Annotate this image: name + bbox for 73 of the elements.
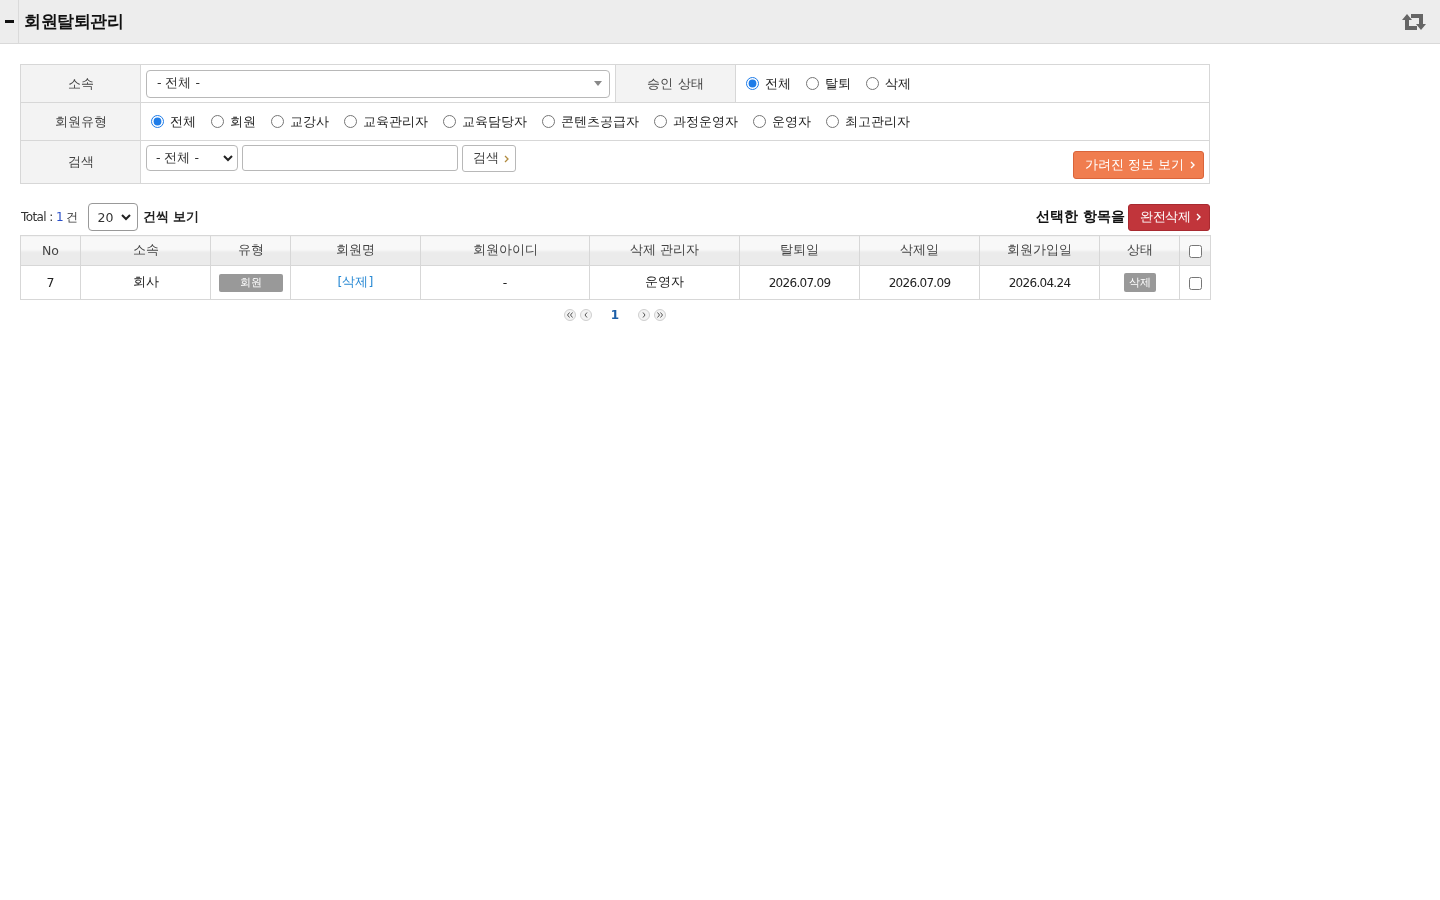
radio-button[interactable] — [542, 115, 555, 128]
double-chevron-left-icon[interactable] — [563, 309, 576, 321]
radio-button[interactable] — [443, 115, 456, 128]
column-header: 탈퇴일 — [739, 235, 860, 266]
filter-label: 회원유형 — [20, 102, 141, 141]
page-size-select[interactable]: 20 — [87, 203, 138, 231]
table-cell: 운영자 — [589, 265, 740, 300]
radio-button[interactable] — [151, 115, 164, 128]
column-header: 삭제 관리자 — [589, 235, 740, 266]
radio-label: 회원 — [230, 112, 256, 131]
page-title: 회원탈퇴관리 — [24, 10, 123, 33]
chevron-down-icon — [223, 154, 233, 162]
table-cell: 2026.07.09 — [739, 265, 860, 300]
radio-label: 과정운영자 — [673, 112, 738, 131]
radio-button[interactable] — [654, 115, 667, 128]
column-header: 유형 — [210, 235, 291, 266]
member-type-tag: 회원 — [218, 273, 283, 292]
chevron-left-icon[interactable] — [579, 309, 592, 321]
column-header: 회원가입일 — [979, 235, 1100, 266]
select-all-checkbox[interactable] — [1188, 245, 1202, 258]
affiliation-select[interactable]: - 전체 - — [146, 69, 610, 98]
filter-label: 승인 상태 — [615, 64, 736, 103]
radio-button[interactable] — [826, 115, 839, 128]
table-cell: 회사 — [80, 265, 211, 300]
radio-button[interactable] — [746, 77, 759, 90]
table-cell: 2026.07.09 — [859, 265, 980, 300]
chevron-right-icon[interactable] — [638, 309, 651, 321]
radio-label: 운영자 — [772, 112, 811, 131]
double-chevron-right-icon[interactable] — [654, 309, 667, 321]
filter-label: 검색 — [20, 140, 141, 184]
radio-label: 삭제 — [885, 74, 911, 93]
table-cell: - — [420, 265, 590, 300]
member-name-link[interactable]: [삭제] — [337, 274, 374, 289]
chevron-right-icon — [1196, 213, 1201, 221]
status-tag: 삭제 — [1123, 273, 1156, 292]
search-input-field[interactable] — [242, 145, 458, 171]
permanent-delete-button[interactable]: 완전삭제 — [1128, 203, 1210, 231]
radio-label: 교육관리자 — [363, 112, 428, 131]
radio-label: 전체 — [170, 112, 196, 131]
chevron-down-icon — [120, 213, 131, 221]
search-button[interactable]: 검색 — [462, 145, 516, 172]
column-header: 회원명 — [290, 235, 421, 266]
page-number[interactable]: 1 — [610, 308, 620, 322]
search-scope-select[interactable]: - 전체 - — [146, 145, 238, 171]
radio-label: 전체 — [765, 74, 791, 93]
radio-button[interactable] — [344, 115, 357, 128]
radio-label: 최고관리자 — [845, 112, 910, 131]
bulk-action-label: 선택한 항목을 — [1036, 208, 1125, 226]
loop-arrows-icon[interactable] — [1402, 13, 1426, 30]
radio-label: 교육담당자 — [462, 112, 527, 131]
chevron-right-icon — [1190, 161, 1195, 169]
dropdown-triangle-icon — [594, 81, 602, 86]
minus-icon[interactable] — [4, 20, 14, 23]
radio-button[interactable] — [211, 115, 224, 128]
total-count-text: Total : 1 건 — [21, 208, 78, 226]
column-header: 상태 — [1099, 235, 1180, 266]
column-header: 회원아이디 — [420, 235, 590, 266]
radio-button[interactable] — [271, 115, 284, 128]
radio-button[interactable] — [866, 77, 879, 90]
column-header: No — [20, 235, 81, 266]
radio-label: 교강사 — [290, 112, 329, 131]
table-cell: 7 — [20, 265, 81, 300]
radio-label: 탈퇴 — [825, 74, 851, 93]
row-checkbox[interactable] — [1188, 277, 1202, 290]
table-cell: 2026.04.24 — [979, 265, 1100, 300]
page-size-label: 건씩 보기 — [142, 208, 200, 226]
radio-button[interactable] — [806, 77, 819, 90]
column-header: 소속 — [80, 235, 211, 266]
radio-button[interactable] — [753, 115, 766, 128]
column-header: 삭제일 — [859, 235, 980, 266]
filter-label: 소속 — [20, 64, 141, 103]
chevron-right-icon — [504, 154, 509, 163]
radio-label: 콘텐츠공급자 — [561, 112, 639, 131]
